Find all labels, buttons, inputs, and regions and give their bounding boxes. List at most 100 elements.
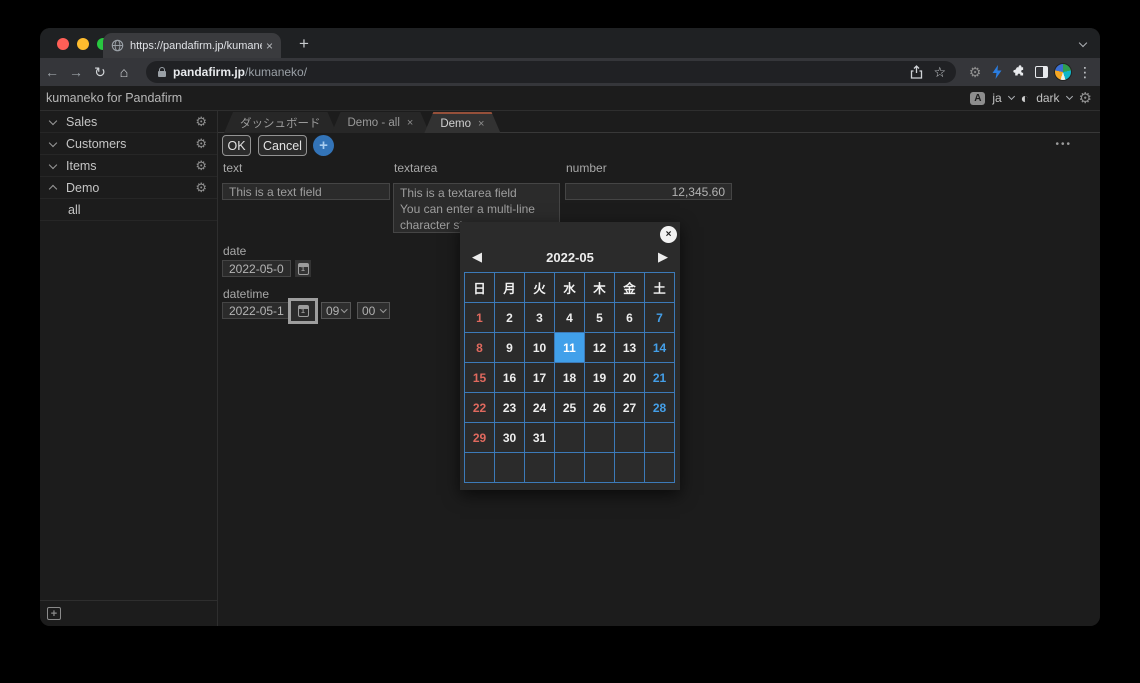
- sidebar-item-demo[interactable]: Demo ⚙: [40, 177, 217, 199]
- sidebar-item-label: Demo: [66, 181, 99, 195]
- calendar-day[interactable]: 29: [465, 423, 495, 453]
- calendar-day[interactable]: 22: [465, 393, 495, 423]
- tab-close-icon[interactable]: ×: [407, 117, 413, 129]
- calendar-day[interactable]: 17: [525, 363, 555, 393]
- tab-close-icon[interactable]: ×: [478, 118, 484, 130]
- text-field-input[interactable]: [222, 183, 390, 200]
- datetime-field-input[interactable]: [222, 302, 291, 319]
- extension-gear-icon[interactable]: ⚙: [964, 61, 986, 83]
- calendar-day[interactable]: 23: [495, 393, 525, 423]
- address-bar[interactable]: pandafirm.jp /kumaneko/ ☆: [146, 61, 956, 83]
- back-button[interactable]: ←: [40, 60, 64, 84]
- forward-button[interactable]: →: [64, 60, 88, 84]
- home-button[interactable]: ⌂: [112, 60, 136, 84]
- minute-select[interactable]: 00: [357, 302, 390, 319]
- sidebar-gear-icon[interactable]: ⚙: [195, 180, 207, 196]
- chevron-down-icon[interactable]: [49, 138, 57, 146]
- calendar-day[interactable]: 9: [495, 333, 525, 363]
- bookmark-star-icon[interactable]: ☆: [933, 64, 946, 81]
- sidebar-item-sales[interactable]: Sales ⚙: [40, 111, 217, 133]
- calendar-close-button[interactable]: ×: [660, 226, 677, 243]
- calendar-day-selected[interactable]: 11: [555, 333, 585, 363]
- calendar-day[interactable]: 31: [525, 423, 555, 453]
- profile-avatar[interactable]: [1052, 61, 1074, 83]
- calendar-day[interactable]: 18: [555, 363, 585, 393]
- chevron-down-icon[interactable]: [49, 160, 57, 168]
- extensions-puzzle-icon[interactable]: [1008, 61, 1030, 83]
- calendar-day[interactable]: 5: [585, 303, 615, 333]
- tab-search-chevron-icon[interactable]: [1079, 39, 1087, 47]
- calendar-day[interactable]: 15: [465, 363, 495, 393]
- tab-demo[interactable]: Demo×: [424, 112, 500, 133]
- window-close-button[interactable]: [57, 38, 69, 50]
- calendar-day[interactable]: 14: [645, 333, 675, 363]
- extension-bolt-icon[interactable]: [986, 61, 1008, 83]
- calendar-day[interactable]: 8: [465, 333, 495, 363]
- sidebar-gear-icon[interactable]: ⚙: [195, 114, 207, 130]
- calendar-icon: 1: [298, 305, 309, 317]
- chevron-down-icon[interactable]: [49, 116, 57, 124]
- date-field-input[interactable]: [222, 260, 291, 277]
- theme-select-value[interactable]: dark: [1036, 91, 1059, 105]
- calendar-day[interactable]: 19: [585, 363, 615, 393]
- date-calendar-button[interactable]: 1: [295, 260, 311, 277]
- hour-value: 09: [326, 304, 339, 318]
- cancel-button[interactable]: Cancel: [258, 135, 307, 156]
- calendar-day[interactable]: 28: [645, 393, 675, 423]
- calendar-next-icon[interactable]: ▶: [646, 249, 680, 265]
- sidebar-gear-icon[interactable]: ⚙: [195, 136, 207, 152]
- calendar-day[interactable]: 20: [615, 363, 645, 393]
- language-chevron-icon[interactable]: [1008, 93, 1015, 100]
- datetime-calendar-button-focused[interactable]: 1: [288, 298, 318, 324]
- calendar-day[interactable]: 1: [465, 303, 495, 333]
- tab-close-icon[interactable]: ×: [266, 39, 273, 53]
- sidebar: Sales ⚙ Customers ⚙ Items ⚙ Demo ⚙: [40, 111, 218, 626]
- sidebar-subitem-all[interactable]: all: [40, 199, 217, 221]
- language-select-value[interactable]: ja: [992, 91, 1001, 105]
- browser-tab[interactable]: https://pandafirm.jp/kumaneko ×: [103, 33, 281, 58]
- side-panel-icon[interactable]: [1030, 61, 1052, 83]
- calendar-prev-icon[interactable]: ◀: [460, 249, 494, 265]
- calendar-icon: 1: [298, 263, 309, 275]
- globe-favicon-icon: [111, 39, 124, 52]
- calendar-day[interactable]: 27: [615, 393, 645, 423]
- calendar-day[interactable]: 4: [555, 303, 585, 333]
- sidebar-item-customers[interactable]: Customers ⚙: [40, 133, 217, 155]
- calendar-day[interactable]: 26: [585, 393, 615, 423]
- calendar-day[interactable]: 10: [525, 333, 555, 363]
- sidebar-footer: +: [40, 600, 217, 626]
- sidebar-item-label: Customers: [66, 137, 126, 151]
- calendar-day[interactable]: 25: [555, 393, 585, 423]
- tab-dashboard[interactable]: ダッシュボード: [224, 112, 337, 133]
- calendar-day[interactable]: 30: [495, 423, 525, 453]
- sidebar-item-items[interactable]: Items ⚙: [40, 155, 217, 177]
- reload-button[interactable]: ↻: [88, 60, 112, 84]
- theme-chevron-icon[interactable]: [1066, 93, 1073, 100]
- window-minimize-button[interactable]: [77, 38, 89, 50]
- number-field-input[interactable]: [565, 183, 732, 200]
- calendar-day[interactable]: 6: [615, 303, 645, 333]
- tab-demo-all[interactable]: Demo - all×: [332, 112, 430, 133]
- calendar-day[interactable]: 16: [495, 363, 525, 393]
- browser-menu-icon[interactable]: ⋮: [1074, 61, 1096, 83]
- calendar-day[interactable]: 24: [525, 393, 555, 423]
- lock-icon: [158, 71, 166, 77]
- app-settings-gear-icon[interactable]: ⚙: [1079, 89, 1092, 107]
- calendar-weekday-row: 日 月 火 水 木 金 土: [465, 273, 675, 303]
- share-icon[interactable]: [910, 65, 923, 79]
- chevron-up-icon[interactable]: [49, 185, 57, 193]
- calendar-day[interactable]: 21: [645, 363, 675, 393]
- calendar-day[interactable]: 13: [615, 333, 645, 363]
- ok-button[interactable]: OK: [222, 135, 251, 156]
- add-app-icon[interactable]: +: [47, 607, 61, 620]
- add-record-button[interactable]: +: [313, 135, 334, 156]
- more-menu-icon[interactable]: •••: [1055, 139, 1072, 150]
- calendar-day[interactable]: 12: [585, 333, 615, 363]
- calendar-day[interactable]: 3: [525, 303, 555, 333]
- hour-select[interactable]: 09: [321, 302, 351, 319]
- new-tab-button[interactable]: +: [292, 32, 316, 56]
- sidebar-gear-icon[interactable]: ⚙: [195, 158, 207, 174]
- calendar-day[interactable]: 2: [495, 303, 525, 333]
- url-domain: pandafirm.jp: [173, 65, 245, 79]
- calendar-day[interactable]: 7: [645, 303, 675, 333]
